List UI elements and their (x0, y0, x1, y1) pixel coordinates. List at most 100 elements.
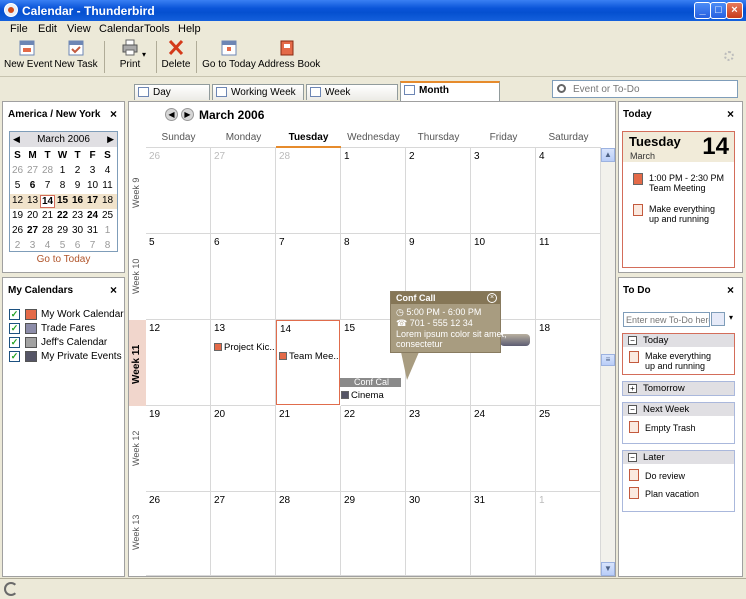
tab-week[interactable]: Week (306, 84, 398, 100)
tab-working-week[interactable]: Working Week (212, 84, 304, 100)
day-cell[interactable]: 5 (146, 234, 211, 320)
day-view-icon (138, 87, 149, 97)
day-cell[interactable]: 1 (341, 148, 406, 234)
new-task-button[interactable]: New Task (54, 39, 98, 75)
tab-month[interactable]: Month (400, 81, 500, 101)
day-cell[interactable]: 19 (146, 406, 211, 492)
minical-today-cell[interactable]: 14 (40, 195, 55, 208)
expand-plus-icon[interactable]: + (628, 384, 637, 393)
search-input[interactable]: Event or To-Do (552, 80, 738, 98)
close-todo-pane-icon[interactable]: × (727, 283, 734, 297)
todo-calendar-picker-icon[interactable] (711, 312, 725, 326)
collapse-minus-icon[interactable]: − (628, 336, 637, 345)
close-calendar-list-icon[interactable]: × (110, 283, 117, 297)
day-cell[interactable]: 31 (471, 492, 536, 576)
minical-next-arrow-icon[interactable]: ▶ (107, 134, 114, 145)
task-icon (633, 204, 643, 216)
menu-edit[interactable]: Edit (38, 23, 57, 35)
day-cell[interactable]: 24 (471, 406, 536, 492)
day-cell[interactable]: 28 (276, 148, 341, 234)
month-scrollbar[interactable]: ▲ ≡ ▼ (601, 148, 615, 576)
menu-file[interactable]: File (10, 23, 28, 35)
collapse-minus-icon[interactable]: − (628, 405, 637, 414)
day-cell[interactable]: 20 (211, 406, 276, 492)
scroll-up-arrow-icon[interactable]: ▲ (601, 148, 615, 162)
go-to-today-button[interactable]: Go to Today (202, 39, 256, 75)
task-icon (629, 421, 639, 433)
day-cell[interactable]: 3 (471, 148, 536, 234)
checkbox-checked-icon[interactable]: ✓ (9, 351, 20, 362)
todo-group-next-week: − Next Week Empty Trash (622, 402, 735, 444)
close-timezone-pane-icon[interactable]: × (110, 107, 117, 121)
menu-tools[interactable]: Tools (144, 23, 170, 35)
day-cell[interactable]: 7 (276, 234, 341, 320)
print-dropdown-arrow-icon[interactable]: ▾ (142, 50, 146, 59)
weekday-header: Thursday (417, 132, 460, 143)
maximize-button[interactable]: □ (710, 2, 727, 19)
tab-day[interactable]: Day (134, 84, 210, 100)
weekday-header: Saturday (548, 132, 589, 143)
event-conf-call[interactable]: Conf Cal (340, 378, 401, 387)
new-event-icon (19, 40, 35, 56)
mini-calendar: ◀ March 2006 ▶ SMTWTFS 26 27 28 1 2 3 4 567891… (9, 131, 118, 252)
day-cell[interactable]: 27 (211, 492, 276, 576)
day-cell[interactable]: 13 Project Kic... (211, 320, 276, 406)
new-event-button[interactable]: New Event (4, 39, 52, 75)
day-cell[interactable]: 21 (276, 406, 341, 492)
event-project-kickoff[interactable]: Project Kic... (214, 342, 274, 353)
minical-go-to-today-link[interactable]: Go to Today (9, 254, 118, 265)
today-agenda: Tuesday March 14 1:00 PM - 2:30 PM Team M… (622, 131, 735, 268)
todo-pane-header: To Do (623, 285, 651, 296)
day-cell[interactable]: 6 (211, 234, 276, 320)
event-color-swatch (341, 391, 349, 399)
day-cell[interactable]: 27 (211, 148, 276, 234)
close-tooltip-icon[interactable]: × (487, 293, 497, 303)
scroll-thumb[interactable]: ≡ (601, 354, 615, 366)
minimize-button[interactable]: _ (694, 2, 711, 19)
task-icon (629, 469, 639, 481)
minical-header: ◀ March 2006 ▶ (10, 132, 117, 147)
week-label: Week 9 (131, 177, 141, 208)
minical-week-row: 26 27 28 29 30 31 1 (11, 225, 111, 236)
day-cell[interactable]: 2 (406, 148, 471, 234)
todo-group-later: − Later Do review Plan vacation (622, 450, 735, 512)
day-cell[interactable]: 26 (146, 148, 211, 234)
checkbox-checked-icon[interactable]: ✓ (9, 337, 20, 348)
close-window-button[interactable]: × (726, 2, 743, 19)
day-cell[interactable]: 29 (341, 492, 406, 576)
day-cell[interactable]: 18 (536, 320, 601, 406)
day-cell[interactable]: 25 (536, 406, 601, 492)
day-cell[interactable]: 23 (406, 406, 471, 492)
menu-help[interactable]: Help (178, 23, 201, 35)
menu-calendar[interactable]: Calendar (99, 23, 144, 35)
new-todo-input[interactable]: Enter new To-Do here (623, 312, 710, 327)
minical-week-row: 26 27 28 1 2 3 4 (11, 165, 111, 176)
popup-pointer (401, 352, 419, 380)
scroll-down-arrow-icon[interactable]: ▼ (601, 562, 615, 576)
day-cell[interactable]: 1 (536, 492, 601, 576)
month-view: ◀ ▶ March 2006 Sunday Monday Tuesday Wed… (128, 101, 616, 577)
day-cell[interactable]: 26 (146, 492, 211, 576)
close-today-pane-icon[interactable]: × (727, 107, 734, 121)
sync-status-icon[interactable] (4, 582, 18, 596)
previous-month-icon[interactable]: ◀ (165, 108, 178, 121)
next-month-icon[interactable]: ▶ (181, 108, 194, 121)
month-title: March 2006 (199, 108, 265, 122)
day-cell[interactable]: 22 (341, 406, 406, 492)
day-cell[interactable]: 4 (536, 148, 601, 234)
menu-view[interactable]: View (67, 23, 91, 35)
delete-button[interactable]: Delete (160, 39, 192, 75)
event-cinema[interactable]: Cinema (341, 390, 401, 401)
event-team-meeting[interactable]: Team Mee... (279, 351, 339, 362)
day-cell[interactable]: 11 (536, 234, 601, 320)
todo-dropdown-arrow-icon[interactable]: ▾ (729, 313, 733, 322)
checkbox-checked-icon[interactable]: ✓ (9, 323, 20, 334)
minical-prev-arrow-icon[interactable]: ◀ (13, 134, 20, 145)
day-cell[interactable]: 30 (406, 492, 471, 576)
day-cell-today[interactable]: 14 Team Mee... (276, 320, 340, 405)
day-cell[interactable]: 12 (146, 320, 211, 406)
collapse-minus-icon[interactable]: − (628, 453, 637, 462)
day-cell[interactable]: 28 (276, 492, 341, 576)
checkbox-checked-icon[interactable]: ✓ (9, 309, 20, 320)
address-book-button[interactable]: Address Book (258, 39, 320, 75)
